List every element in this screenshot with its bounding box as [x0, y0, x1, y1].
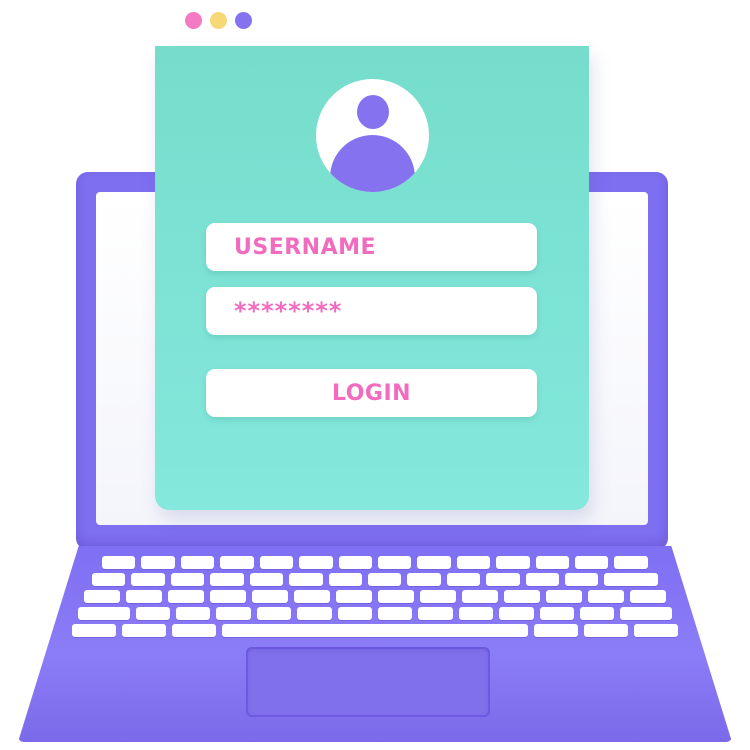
avatar-head [357, 95, 389, 129]
user-avatar-icon [316, 79, 429, 192]
key [534, 624, 579, 637]
key [336, 590, 372, 603]
key [446, 573, 481, 586]
key [614, 556, 648, 569]
window-dot-pink [185, 12, 202, 29]
username-field[interactable]: USERNAME [206, 223, 537, 271]
key [337, 607, 373, 620]
keyboard-row [84, 590, 666, 603]
keyboard [68, 556, 682, 638]
key [525, 573, 560, 586]
key [131, 573, 165, 586]
key [180, 556, 215, 569]
key [176, 607, 211, 620]
key [634, 624, 678, 637]
key [565, 573, 599, 586]
key [539, 607, 575, 620]
key [580, 607, 615, 620]
key [377, 556, 412, 569]
key [249, 573, 284, 586]
key [378, 590, 414, 603]
password-field[interactable]: ******** [206, 287, 537, 335]
key [170, 573, 205, 586]
key [252, 590, 288, 603]
key [328, 573, 362, 586]
key [535, 556, 570, 569]
key [620, 607, 673, 620]
key [210, 573, 244, 586]
key [546, 590, 582, 603]
key [575, 556, 609, 569]
window-dot-yellow [210, 12, 227, 29]
key [588, 590, 624, 603]
key [458, 607, 494, 620]
key [367, 573, 402, 586]
key [456, 556, 491, 569]
key [141, 556, 175, 569]
key [499, 607, 534, 620]
key [294, 590, 330, 603]
key [210, 590, 246, 603]
keyboard-row [102, 556, 648, 569]
key [420, 590, 456, 603]
key [289, 573, 323, 586]
key [135, 607, 170, 620]
key [297, 607, 332, 620]
window-controls [185, 12, 252, 29]
login-card: USERNAME ******** LOGIN [155, 46, 589, 510]
key [299, 556, 333, 569]
key [168, 590, 204, 603]
key [407, 573, 441, 586]
key [102, 556, 136, 569]
key [378, 607, 413, 620]
key [126, 590, 162, 603]
key [418, 607, 453, 620]
login-button[interactable]: LOGIN [206, 369, 537, 417]
login-button-label: LOGIN [331, 380, 412, 406]
key [72, 624, 116, 637]
key [256, 607, 292, 620]
password-value: ******** [234, 297, 343, 325]
key [584, 624, 629, 637]
touchpad [246, 647, 490, 717]
spacebar-key [221, 624, 529, 637]
keyboard-row [78, 607, 673, 620]
key [462, 590, 498, 603]
key [220, 556, 254, 569]
keyboard-row [92, 573, 658, 586]
window-dot-purple [235, 12, 252, 29]
username-placeholder: USERNAME [234, 234, 377, 260]
key [486, 573, 520, 586]
key [504, 590, 540, 603]
key [338, 556, 372, 569]
key [78, 607, 130, 620]
key [171, 624, 216, 637]
key [216, 607, 251, 620]
key [417, 556, 451, 569]
key [496, 556, 530, 569]
avatar-body [330, 135, 415, 192]
key [84, 590, 120, 603]
key [259, 556, 294, 569]
key [92, 573, 126, 586]
keyboard-row [72, 624, 678, 637]
key [604, 573, 658, 586]
key [121, 624, 166, 637]
key [630, 590, 666, 603]
